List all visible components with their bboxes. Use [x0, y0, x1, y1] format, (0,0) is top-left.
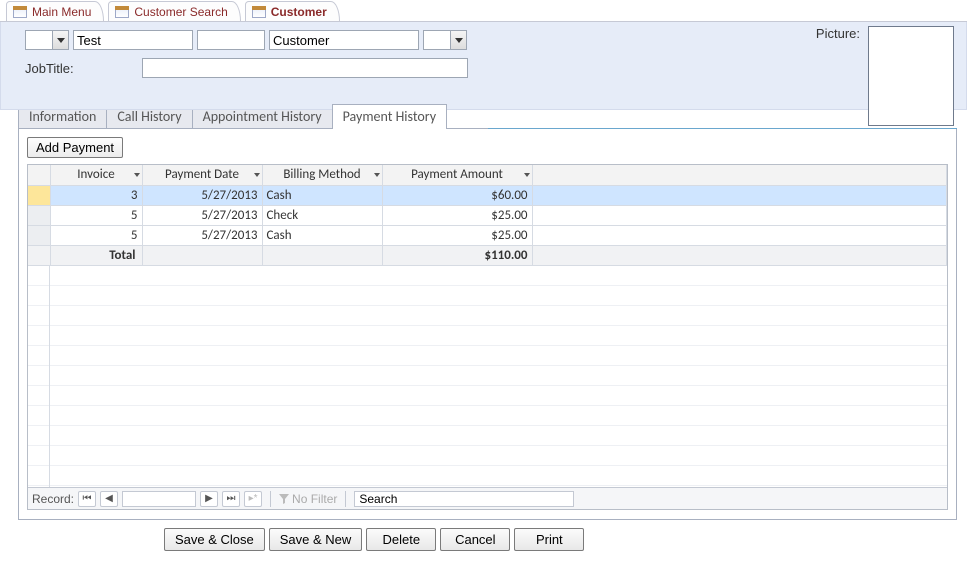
col-payment-date[interactable]: Payment Date [142, 165, 262, 185]
picture-label: Picture: [816, 26, 860, 41]
recnav-filter-label: No Filter [292, 492, 337, 506]
cell-spacer [532, 205, 947, 225]
window-tabbar: Main Menu Customer Search Customer [0, 0, 967, 22]
cell-spacer [532, 185, 947, 205]
record-navigator: Record: ⏮ ◀ ▶ ⏭ ▸* No Filter [28, 487, 947, 509]
cell-method[interactable]: Cash [262, 225, 382, 245]
last-name-field[interactable] [269, 30, 419, 50]
cell-date[interactable]: 5/27/2013 [142, 205, 262, 225]
col-label: Invoice [77, 167, 114, 182]
col-label: Payment Date [165, 167, 239, 182]
window-tab-customer-search[interactable]: Customer Search [108, 1, 240, 21]
cell-method[interactable]: Cash [262, 185, 382, 205]
delete-button[interactable]: Delete [366, 528, 436, 551]
window-tab-label: Customer Search [134, 5, 227, 19]
row-header[interactable] [28, 225, 50, 245]
cell-date[interactable]: 5/27/2013 [142, 225, 262, 245]
table-row[interactable]: 55/27/2013Check$25.00 [28, 205, 947, 225]
row-header[interactable] [28, 205, 50, 225]
print-button[interactable]: Print [514, 528, 584, 551]
col-billing-method[interactable]: Billing Method [262, 165, 382, 185]
col-label: Billing Method [283, 167, 360, 182]
first-name-field[interactable] [73, 30, 193, 50]
col-payment-amount[interactable]: Payment Amount [382, 165, 532, 185]
recnav-search-input[interactable] [354, 491, 574, 507]
row-header[interactable] [28, 185, 50, 205]
table-row[interactable]: 55/27/2013Cash$25.00 [28, 225, 947, 245]
chevron-down-icon [524, 173, 530, 177]
recnav-new-button[interactable]: ▸* [244, 491, 262, 507]
jobtitle-field[interactable] [142, 58, 468, 78]
picture-frame[interactable] [868, 26, 954, 126]
prefix-combo[interactable] [25, 30, 69, 50]
add-payment-button[interactable]: Add Payment [27, 137, 123, 158]
chevron-down-icon [374, 173, 380, 177]
chevron-down-icon [134, 173, 140, 177]
tab-payment-history[interactable]: Payment History [332, 104, 447, 129]
cell-date[interactable]: 5/27/2013 [142, 185, 262, 205]
form-icon [115, 6, 129, 18]
cell-amount[interactable]: $25.00 [382, 225, 532, 245]
chevron-down-icon [52, 31, 68, 49]
cell-amount[interactable]: $60.00 [382, 185, 532, 205]
tab-label: Payment History [343, 108, 436, 125]
grid-header-row: Invoice Payment Date Billing Method Paym… [28, 165, 947, 185]
window-tab-customer[interactable]: Customer [245, 1, 340, 21]
recnav-label: Record: [32, 492, 74, 506]
form-icon [13, 6, 27, 18]
middle-field[interactable] [197, 30, 265, 50]
col-label: Payment Amount [411, 167, 503, 182]
cell-invoice[interactable]: 5 [50, 225, 142, 245]
window-tab-main-menu[interactable]: Main Menu [6, 1, 104, 21]
col-invoice[interactable]: Invoice [50, 165, 142, 185]
cell-invoice[interactable]: 3 [50, 185, 142, 205]
cell-amount[interactable]: $25.00 [382, 205, 532, 225]
suffix-combo[interactable] [423, 30, 467, 50]
chevron-down-icon [254, 173, 260, 177]
recnav-prev-button[interactable]: ◀ [100, 491, 118, 507]
recnav-position-box[interactable] [122, 491, 196, 507]
col-spacer [532, 165, 947, 185]
tab-label: Appointment History [203, 108, 322, 125]
select-all-cell[interactable] [28, 165, 50, 185]
cell-invoice[interactable]: 5 [50, 205, 142, 225]
cancel-button[interactable]: Cancel [440, 528, 510, 551]
grid-total-row: Total $110.00 [28, 245, 947, 265]
window-tab-label: Customer [271, 5, 327, 19]
total-label: Total [50, 245, 142, 265]
form-action-bar: Save & Close Save & New Delete Cancel Pr… [164, 528, 967, 551]
recnav-next-button[interactable]: ▶ [200, 491, 218, 507]
tab-label: Information [29, 108, 96, 125]
recnav-last-button[interactable]: ⏭ [222, 491, 240, 507]
recnav-first-button[interactable]: ⏮ [78, 491, 96, 507]
window-tab-label: Main Menu [32, 5, 91, 19]
save-close-button[interactable]: Save & Close [164, 528, 265, 551]
total-amount: $110.00 [382, 245, 532, 265]
payments-grid: Invoice Payment Date Billing Method Paym… [27, 164, 948, 510]
grid-empty-area [28, 266, 947, 488]
recnav-filter-indicator[interactable]: No Filter [279, 492, 337, 506]
cell-spacer [532, 225, 947, 245]
table-row[interactable]: 35/27/2013Cash$60.00 [28, 185, 947, 205]
save-new-button[interactable]: Save & New [269, 528, 363, 551]
payment-history-panel: Add Payment Invoice Payment Date B [18, 128, 957, 520]
customer-header: JobTitle: Picture: [0, 22, 967, 110]
jobtitle-label: JobTitle: [25, 61, 74, 76]
funnel-icon [279, 494, 289, 504]
chevron-down-icon [450, 31, 466, 49]
cell-method[interactable]: Check [262, 205, 382, 225]
form-icon [252, 6, 266, 18]
tab-label: Call History [117, 108, 181, 125]
